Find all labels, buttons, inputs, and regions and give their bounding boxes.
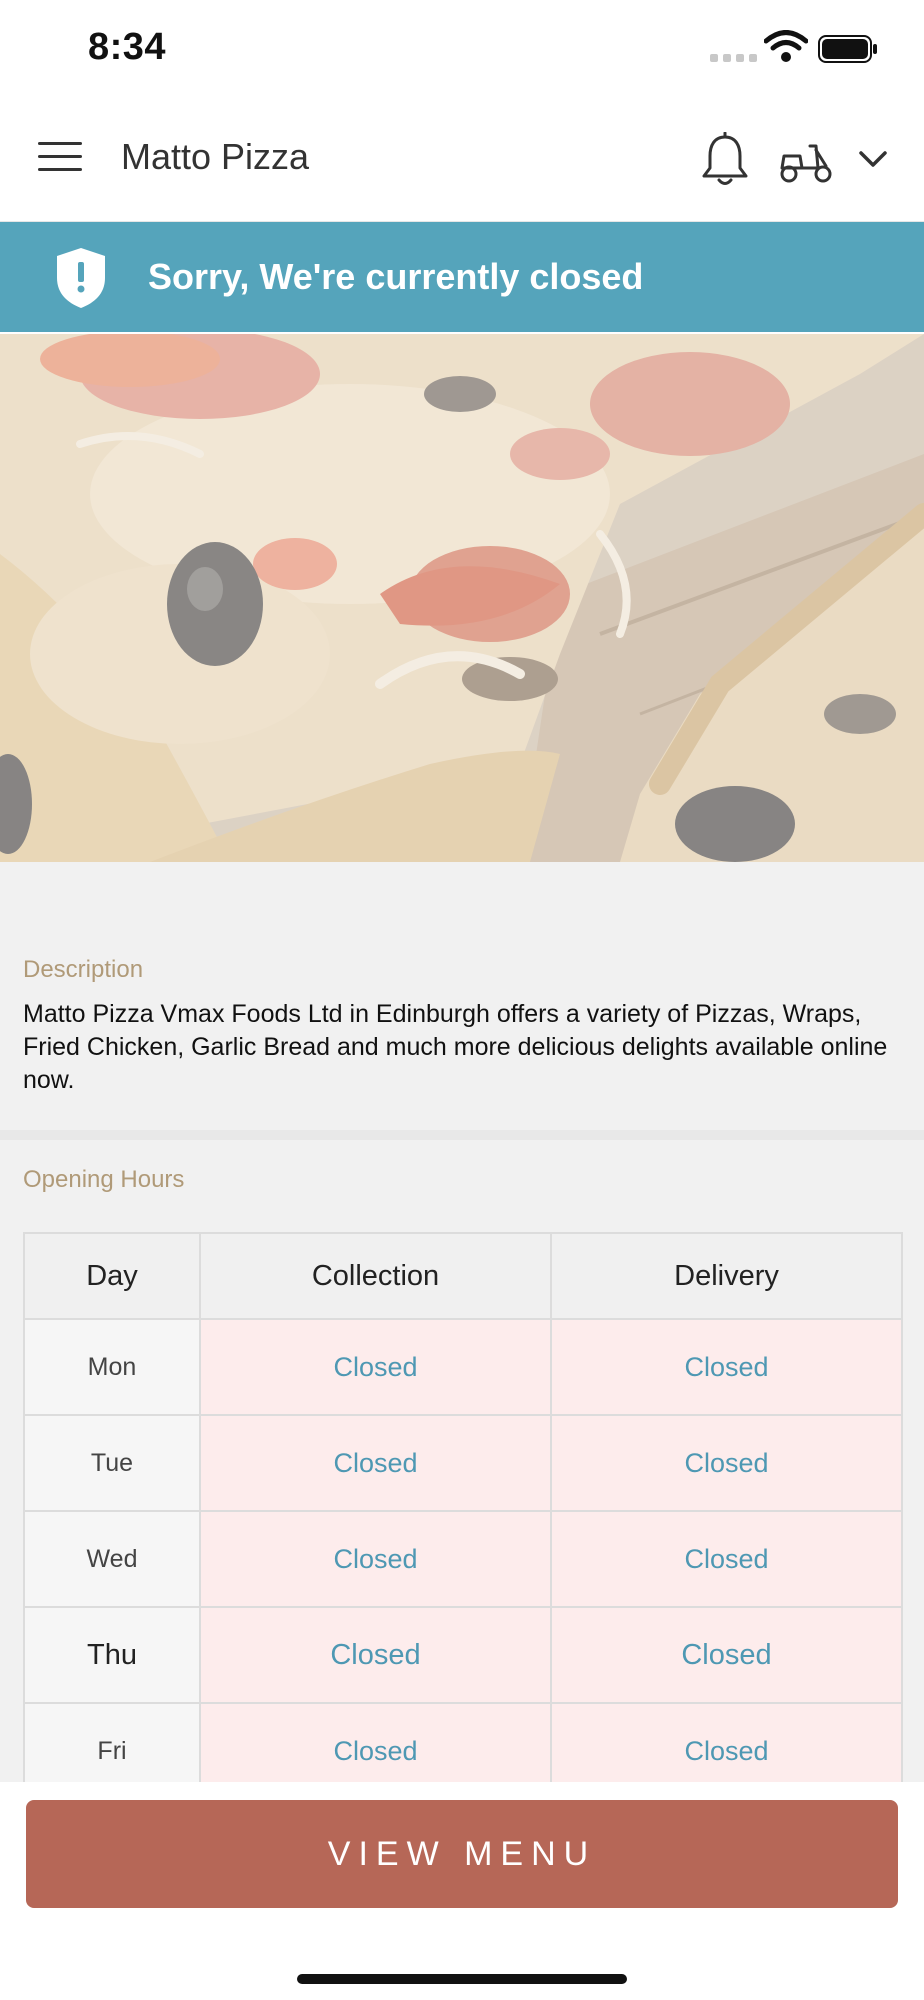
app-header: Matto Pizza [0,98,924,222]
column-header-collection: Collection [199,1232,552,1320]
delivery-status: Closed [550,1606,903,1704]
view-menu-button[interactable]: VIEW MENU [26,1800,898,1908]
closed-message: Sorry, We're currently closed [148,256,644,297]
bell-icon[interactable] [700,132,750,188]
day-cell: Tue [23,1414,201,1512]
collection-status: Closed [199,1510,552,1608]
signal-icon [710,54,757,62]
chevron-down-icon[interactable] [856,146,890,172]
wifi-icon [764,30,808,62]
day-cell: Wed [23,1510,201,1608]
closed-banner: Sorry, We're currently closed [0,222,924,332]
collection-status: Closed [199,1606,552,1704]
page-title: Matto Pizza [121,136,310,177]
section-divider [0,1130,924,1140]
collection-status: Closed [199,1318,552,1416]
table-header-row: Day Collection Delivery [23,1232,903,1320]
scooter-icon[interactable] [778,138,834,184]
collection-status: Closed [199,1414,552,1512]
opening-hours-label: Opening Hours [23,1166,185,1193]
delivery-status: Closed [550,1414,903,1512]
description-text: Matto Pizza Vmax Foods Ltd in Edinburgh … [23,1000,888,1094]
table-row: Wed Closed Closed [23,1510,903,1608]
day-cell: Thu [23,1606,201,1704]
status-time: 8:34 [88,26,167,68]
table-row: Tue Closed Closed [23,1414,903,1512]
opening-hours-table: Day Collection Delivery Mon Closed Close… [23,1232,903,1800]
table-row: Mon Closed Closed [23,1318,903,1416]
hero-image [0,334,924,862]
description-label: Description [23,956,144,983]
app-screen: 8:34 Matto Pizza Sorry, We're currently … [0,0,924,2000]
restaurant-info: Description Matto Pizza Vmax Foods Ltd i… [0,862,924,1800]
battery-icon [818,35,877,63]
column-header-day: Day [23,1232,201,1320]
day-cell: Mon [23,1318,201,1416]
delivery-status: Closed [550,1318,903,1416]
column-header-delivery: Delivery [550,1232,903,1320]
table-row-today: Thu Closed Closed [23,1606,903,1704]
status-bar: 8:34 [0,0,924,98]
bottom-action-bar: VIEW MENU [0,1782,924,2000]
home-indicator [297,1974,627,1984]
menu-icon[interactable] [38,142,82,176]
shield-alert-icon [57,248,105,308]
delivery-status: Closed [550,1510,903,1608]
